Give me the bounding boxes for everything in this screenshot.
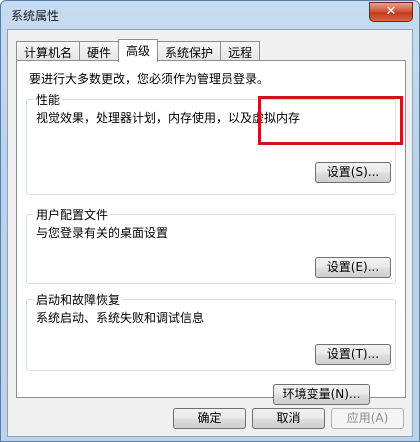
tab-remote[interactable]: 远程 [220,41,261,61]
tab-system-protection[interactable]: 系统保护 [157,41,222,61]
tab-advanced[interactable]: 高级 [118,39,159,62]
user-profiles-group: 用户配置文件 与您登录有关的桌面设置 设置(E)... [26,206,396,284]
user-profiles-settings-button[interactable]: 设置(E)... [315,257,391,278]
dialog-client-area: 计算机名 硬件 高级 系统保护 远程 要进行大多数更改，您必须作为管理员登录。 … [7,29,413,437]
tab-strip: 计算机名 硬件 高级 系统保护 远程 [16,39,261,62]
title-bar[interactable]: 系统属性 ✕ [1,1,419,29]
environment-variables-button[interactable]: 环境变量(N)... [273,384,370,405]
user-profiles-group-title: 用户配置文件 [34,206,111,223]
red-highlight-annotation [258,96,403,145]
startup-recovery-group-title: 启动和故障恢复 [34,291,123,308]
close-button[interactable]: ✕ [369,2,413,22]
admin-notice: 要进行大多数更改，您必须作为管理员登录。 [29,72,270,86]
cancel-button[interactable]: 取消 [252,408,325,429]
startup-recovery-settings-button[interactable]: 设置(T)... [315,344,391,365]
performance-group-title: 性能 [34,91,63,108]
system-properties-window: 系统属性 ✕ 计算机名 硬件 高级 系统保护 远程 要进行大多数更改，您必须作为… [0,0,420,442]
startup-recovery-group: 启动和故障恢复 系统启动、系统失败和调试信息 设置(T)... [26,291,396,371]
user-profiles-description: 与您登录有关的桌面设置 [36,226,169,240]
apply-button[interactable]: 应用(A) [331,408,404,429]
tab-hardware[interactable]: 硬件 [79,41,120,61]
startup-recovery-description: 系统启动、系统失败和调试信息 [36,311,205,325]
window-title: 系统属性 [11,9,60,23]
performance-settings-button[interactable]: 设置(S)... [315,162,391,183]
tab-computer-name[interactable]: 计算机名 [16,41,81,61]
close-icon: ✕ [385,4,397,19]
ok-button[interactable]: 确定 [173,408,246,429]
